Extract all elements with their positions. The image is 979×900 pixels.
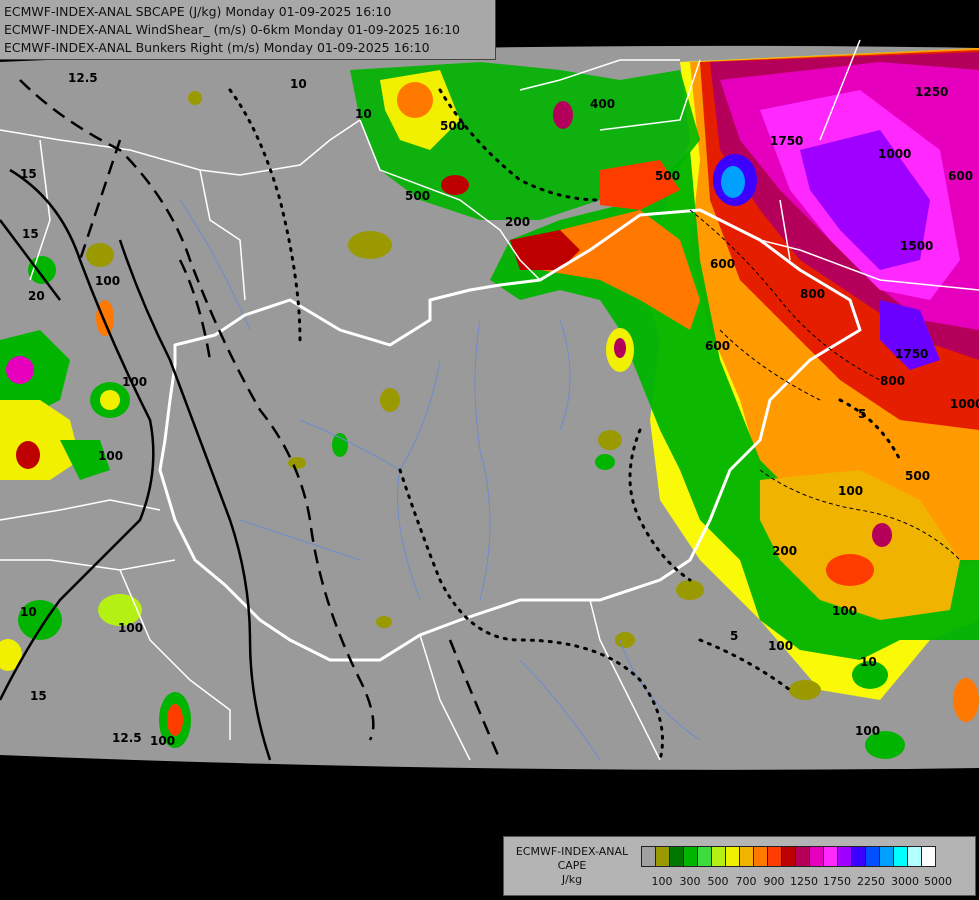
cape-legend: ECMWF-INDEX-ANAL CAPE J/kg 100 300 500 700 9… xyxy=(503,836,976,896)
legend-swatch xyxy=(739,846,754,867)
contour-value-label: 100 xyxy=(855,724,880,738)
contour-value-label: 10 xyxy=(355,107,372,121)
contour-value-label: 1000 xyxy=(950,397,979,411)
map-viewer: 12.5 10 15 15 20 100 100 100 10 500 500 400 200 500 60… xyxy=(0,0,979,900)
legend-swatch xyxy=(907,846,922,867)
contour-value-label: 100 xyxy=(150,734,175,748)
contour-value-label: 600 xyxy=(710,257,735,271)
contour-value-label: 100 xyxy=(838,484,863,498)
legend-swatch xyxy=(809,846,824,867)
contour-value-label: 600 xyxy=(705,339,730,353)
contour-value-label: 15 xyxy=(20,167,37,181)
legend-tick-labels: 100 300 500 700 900 1250 1750 2250 3000 5000 xyxy=(641,875,971,889)
legend-swatch xyxy=(753,846,768,867)
legend-swatch xyxy=(767,846,782,867)
legend-tick-label: 100 xyxy=(651,875,673,888)
title-windshear: ECMWF-INDEX-ANAL WindShear_ (m/s) 0-6km … xyxy=(4,22,460,37)
legend-swatch xyxy=(683,846,698,867)
contour-value-label: 1000 xyxy=(878,147,911,161)
legend-tick-label: 3000 xyxy=(891,875,919,888)
legend-tick-label: 2250 xyxy=(857,875,885,888)
contour-value-label: 10 xyxy=(20,605,37,619)
legend-swatch xyxy=(893,846,908,867)
legend-color-scale xyxy=(641,846,936,868)
legend-tick-label: 300 xyxy=(679,875,701,888)
legend-tick-label: 1750 xyxy=(823,875,851,888)
legend-swatch xyxy=(921,846,936,867)
contour-value-label: 100 xyxy=(832,604,857,618)
contour-value-label: 20 xyxy=(28,289,45,303)
legend-swatch xyxy=(781,846,796,867)
contour-value-label: 5 xyxy=(858,407,866,421)
legend-swatch xyxy=(851,846,866,867)
legend-tick-label: 5000 xyxy=(924,875,952,888)
legend-swatch xyxy=(641,846,656,867)
contour-value-label: 1750 xyxy=(770,134,803,148)
contour-value-label: 500 xyxy=(440,119,465,133)
legend-caption: ECMWF-INDEX-ANAL CAPE J/kg xyxy=(506,845,638,887)
legend-caption-variable: CAPE xyxy=(557,859,587,872)
contour-value-label: 10 xyxy=(860,655,877,669)
cape-map: 12.5 10 15 15 20 100 100 100 10 500 500 400 200 500 60… xyxy=(0,39,979,770)
contour-value-label: 5 xyxy=(730,629,738,643)
title-bunkers: ECMWF-INDEX-ANAL Bunkers Right (m/s) Mon… xyxy=(4,40,430,55)
contour-value-label: 100 xyxy=(98,449,123,463)
contour-value-label: 500 xyxy=(905,469,930,483)
contour-value-label: 600 xyxy=(948,169,973,183)
legend-tick-label: 700 xyxy=(735,875,757,888)
legend-swatch xyxy=(837,846,852,867)
contour-value-label: 500 xyxy=(405,189,430,203)
legend-swatch xyxy=(879,846,894,867)
legend-tick-label: 1250 xyxy=(790,875,818,888)
contour-value-label: 15 xyxy=(30,689,47,703)
contour-value-label: 15 xyxy=(22,227,39,241)
map-title-box: ECMWF-INDEX-ANAL SBCAPE (J/kg) Monday 01… xyxy=(0,0,496,60)
legend-swatch xyxy=(795,846,810,867)
title-sbcape: ECMWF-INDEX-ANAL SBCAPE (J/kg) Monday 01… xyxy=(4,4,392,19)
contour-value-label: 800 xyxy=(800,287,825,301)
contour-value-label: 1250 xyxy=(915,85,948,99)
contour-value-label: 10 xyxy=(290,77,307,91)
legend-swatch xyxy=(655,846,670,867)
legend-swatch xyxy=(823,846,838,867)
legend-caption-unit: J/kg xyxy=(561,873,583,886)
contour-value-label: 500 xyxy=(655,169,680,183)
contour-value-label: 100 xyxy=(122,375,147,389)
contour-value-label: 400 xyxy=(590,97,615,111)
contour-value-label: 100 xyxy=(95,274,120,288)
legend-tick-label: 500 xyxy=(707,875,729,888)
legend-swatch xyxy=(865,846,880,867)
contour-value-label: 12.5 xyxy=(68,71,98,85)
contour-value-label: 800 xyxy=(880,374,905,388)
contour-value-label: 100 xyxy=(118,621,143,635)
legend-swatch xyxy=(697,846,712,867)
legend-swatch xyxy=(725,846,740,867)
legend-tick-label: 900 xyxy=(763,875,785,888)
legend-swatch xyxy=(711,846,726,867)
contour-value-label: 200 xyxy=(505,215,530,229)
contour-value-label: 1750 xyxy=(895,347,928,361)
contour-value-label: 1500 xyxy=(900,239,933,253)
legend-swatch xyxy=(669,846,684,867)
contour-value-label: 200 xyxy=(772,544,797,558)
legend-caption-model: ECMWF-INDEX-ANAL xyxy=(515,845,629,858)
contour-value-label: 100 xyxy=(768,639,793,653)
contour-value-label: 12.5 xyxy=(112,731,142,745)
